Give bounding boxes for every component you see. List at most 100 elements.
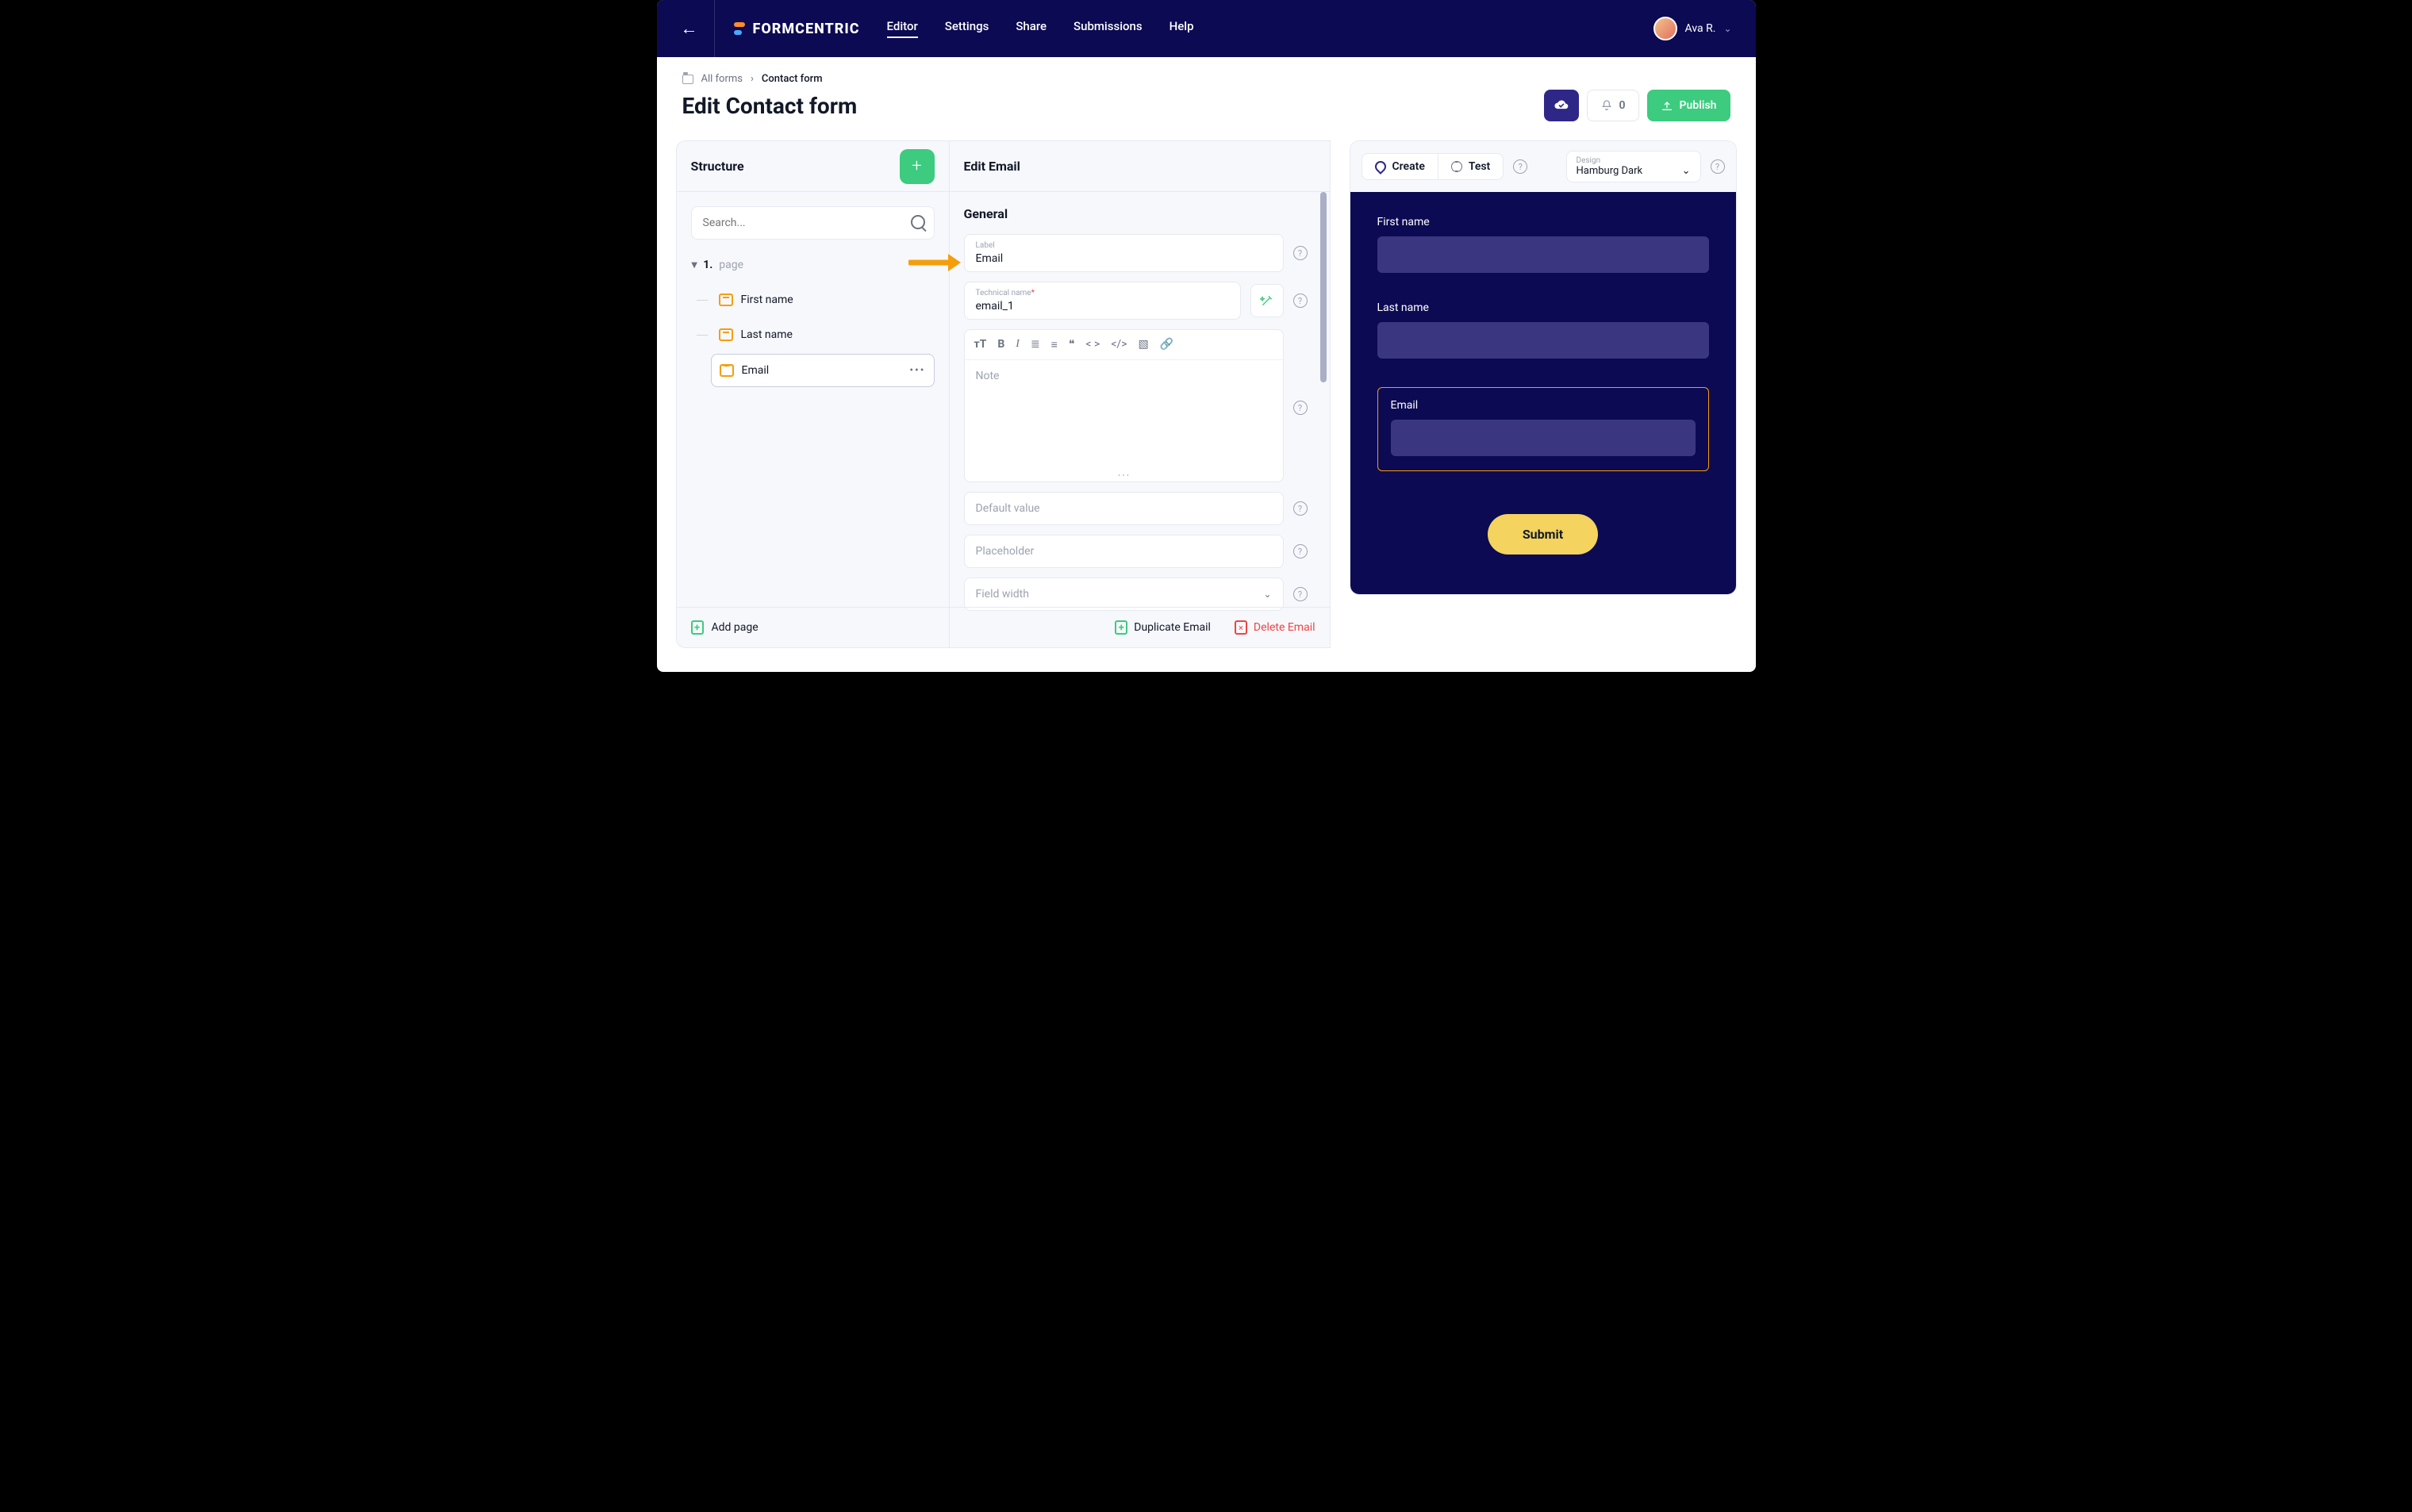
default-value-input[interactable]: Default value [964,492,1284,525]
preview-column: Create Test ? Design Hamburg Dark ⌄ [1331,140,1737,648]
nav-help[interactable]: Help [1170,19,1194,38]
field-icon [719,294,733,306]
resize-handle[interactable]: ⋯ [965,467,1283,482]
top-nav: ← FORMCENTRIC Editor Settings Share Subm… [657,0,1756,57]
add-page-icon: + [691,620,704,635]
main-nav: Editor Settings Share Submissions Help [887,19,1194,38]
rte-textsize-icon[interactable]: тT [974,338,987,351]
edit-panel-title: Edit Email [964,159,1020,174]
rte-bold-icon[interactable]: B [997,338,1004,351]
preview-input[interactable] [1391,420,1696,456]
tree-item-label: Email [742,364,770,377]
preview-input[interactable] [1377,322,1709,359]
rte-link-icon[interactable]: 🔗 [1160,338,1173,351]
magic-wand-button[interactable] [1250,284,1284,317]
nav-submissions[interactable]: Submissions [1073,19,1143,38]
breadcrumb-root[interactable]: All forms [701,73,743,85]
publish-button[interactable]: Publish [1647,90,1730,121]
notifications-count: 0 [1619,99,1626,112]
preview-submit-button[interactable]: Submit [1488,514,1598,555]
edit-panel: Edit Email General Label ? Technical nam… [950,140,1331,648]
label-input[interactable] [976,252,1272,265]
help-icon[interactable]: ? [1293,544,1308,558]
add-page-label: Add page [712,621,759,634]
header-actions: 0 Publish [1544,90,1730,121]
page-title: Edit Contact form [682,93,858,119]
help-icon[interactable]: ? [1293,501,1308,516]
breadcrumb-sep: › [751,73,754,85]
design-select[interactable]: Design Hamburg Dark ⌄ [1566,151,1701,182]
help-icon[interactable]: ? [1513,159,1527,174]
search-input[interactable] [691,206,935,240]
tree-item-label: Last name [741,328,793,341]
rte-ol-icon[interactable]: ≡ [1051,338,1058,351]
preview-field-firstname[interactable]: First name [1377,216,1709,273]
rte-italic-icon[interactable]: I [1016,338,1020,351]
note-textarea[interactable]: Note [965,360,1283,467]
folder-icon [682,75,693,84]
preview-label: Last name [1377,301,1709,314]
duplicate-button[interactable]: + Duplicate Email [1115,620,1211,635]
add-element-button[interactable]: + [900,149,935,184]
add-page-button[interactable]: + Add page [677,607,949,647]
rte-ul-icon[interactable]: ≣ [1031,338,1040,351]
delete-button[interactable]: × Delete Email [1235,620,1315,635]
help-icon[interactable]: ? [1293,246,1308,260]
field-icon [719,328,733,341]
preview-input[interactable] [1377,236,1709,273]
preview-field-lastname[interactable]: Last name [1377,301,1709,359]
tree-item-firstname[interactable]: First name [711,284,935,316]
upload-icon [1661,99,1673,112]
technical-name-input[interactable] [976,300,1229,313]
rte-quote-icon[interactable]: ❝ [1069,338,1075,351]
nav-share[interactable]: Share [1016,19,1047,38]
globe-icon [1451,161,1462,172]
mode-test-label: Test [1469,160,1490,173]
field-caption: Label [976,241,1272,250]
user-name: Ava R. [1685,22,1716,35]
field-width-select[interactable]: Field width ⌄ [964,578,1284,611]
help-icon[interactable]: ? [1293,401,1308,415]
duplicate-icon: + [1115,620,1127,635]
user-menu[interactable]: Ava R. ⌄ [1653,17,1732,40]
structure-panel: Structure + ▶ 1. page First nam [676,140,950,648]
rte-toolbar: тT B I ≣ ≡ ❝ < > </> ▧ 🔗 [965,330,1283,360]
design-value: Hamburg Dark [1577,165,1643,177]
rte-codeblock-icon[interactable]: </> [1111,338,1127,351]
note-editor: тT B I ≣ ≡ ❝ < > </> ▧ 🔗 N [964,329,1284,482]
preview-label: Email [1391,399,1696,412]
publish-label: Publish [1680,99,1717,112]
logo-icon [734,22,745,35]
back-arrow-icon[interactable]: ← [681,18,714,39]
tree-item-label: First name [741,294,793,306]
help-icon[interactable]: ? [1293,294,1308,308]
cloud-save-button[interactable] [1544,90,1579,121]
rte-code-icon[interactable]: < > [1085,338,1100,351]
logo[interactable]: FORMCENTRIC [734,21,860,37]
preview-field-email[interactable]: Email [1377,387,1709,471]
tree-page-node[interactable]: ▶ 1. page [691,254,935,276]
rte-image-icon[interactable]: ▧ [1139,338,1149,351]
placeholder-input[interactable]: Placeholder [964,535,1284,568]
help-icon[interactable]: ? [1711,159,1725,174]
chevron-down-icon: ⌄ [1682,165,1691,177]
search-icon[interactable] [911,215,925,229]
nav-divider [714,0,715,57]
help-icon[interactable]: ? [1293,587,1308,601]
nav-editor[interactable]: Editor [887,19,918,38]
mode-create[interactable]: Create [1362,154,1438,179]
placeholder-text: Field width [976,588,1029,601]
technical-name-field[interactable]: Technical name* [964,282,1241,320]
mode-test[interactable]: Test [1438,154,1503,179]
scrollbar[interactable] [1320,192,1327,382]
nav-settings[interactable]: Settings [945,19,989,38]
tree-item-lastname[interactable]: Last name [711,319,935,351]
chevron-down-icon: ▶ [689,262,698,268]
placeholder-text: Placeholder [976,545,1035,558]
notifications-button[interactable]: 0 [1587,90,1639,121]
delete-label: Delete Email [1254,621,1315,634]
chevron-down-icon: ⌄ [1723,23,1731,34]
more-icon[interactable]: ••• [909,364,925,377]
tree-item-email[interactable]: Email ••• [711,354,935,387]
label-field[interactable]: Label [964,234,1284,272]
